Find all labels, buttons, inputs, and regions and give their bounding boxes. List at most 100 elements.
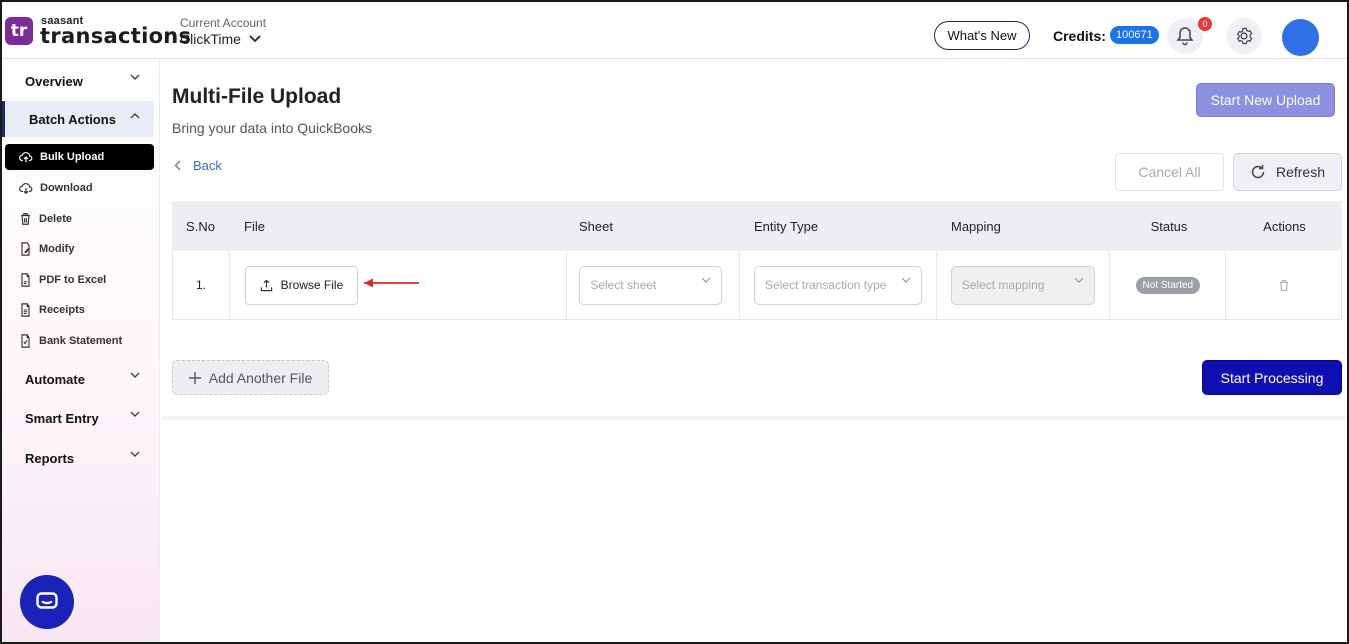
trash-icon bbox=[21, 213, 30, 225]
sidebar: Overview Batch Actions Bulk Upload Downl… bbox=[2, 59, 160, 642]
credits-badge: 100671 bbox=[1110, 26, 1159, 44]
chevron-up-icon bbox=[130, 113, 140, 119]
receipt-icon bbox=[21, 303, 30, 317]
back-link[interactable]: Back bbox=[174, 158, 222, 173]
cancel-all-button[interactable]: Cancel All bbox=[1115, 153, 1224, 191]
account-selector[interactable]: ClickTime bbox=[180, 31, 261, 47]
chevron-down-icon bbox=[249, 35, 261, 43]
upload-icon bbox=[260, 279, 272, 291]
sidebar-section-reports[interactable]: Reports bbox=[2, 440, 154, 476]
mapping-select[interactable]: Select mapping bbox=[950, 265, 1095, 305]
current-account-label: Current Account bbox=[180, 16, 267, 30]
sidebar-item-label: Bulk Upload bbox=[40, 151, 105, 163]
table-row: 1. Browse File Select sheet Select trans… bbox=[172, 251, 1342, 320]
plus-icon bbox=[188, 371, 201, 384]
statement-icon bbox=[21, 334, 30, 348]
sidebar-item-bank-statement[interactable]: Bank Statement bbox=[5, 328, 154, 354]
notification-count-badge: 0 bbox=[1198, 17, 1212, 31]
start-processing-button[interactable]: Start Processing bbox=[1202, 360, 1342, 395]
status-cell: Not Started bbox=[1110, 251, 1227, 319]
upload-table: S.No File Sheet Entity Type Mapping Stat… bbox=[172, 201, 1342, 320]
chevron-left-icon bbox=[174, 160, 181, 171]
account-name: ClickTime bbox=[180, 31, 241, 47]
pdf-icon bbox=[21, 273, 30, 287]
sidebar-section-label: Automate bbox=[25, 371, 85, 387]
refresh-icon bbox=[1251, 165, 1265, 179]
sidebar-section-automate[interactable]: Automate bbox=[2, 361, 154, 397]
section-divider bbox=[162, 416, 1347, 420]
sheet-cell: Select sheet bbox=[567, 251, 741, 319]
app-window: tr saasant transactions Current Account … bbox=[0, 0, 1349, 644]
sidebar-section-label: Reports bbox=[25, 450, 75, 466]
column-header-entity-type: Entity Type bbox=[754, 218, 819, 234]
gear-icon bbox=[1236, 27, 1253, 45]
sidebar-item-label: Bank Statement bbox=[39, 335, 123, 347]
sidebar-item-download[interactable]: Download bbox=[5, 175, 154, 201]
sidebar-item-label: Receipts bbox=[39, 304, 85, 316]
start-new-upload-button[interactable]: Start New Upload bbox=[1196, 83, 1335, 117]
add-another-file-label: Add Another File bbox=[208, 369, 313, 386]
whats-new-button[interactable]: What's New bbox=[934, 21, 1030, 50]
add-another-file-button[interactable]: Add Another File bbox=[172, 360, 329, 395]
sidebar-section-smart-entry[interactable]: Smart Entry bbox=[2, 400, 154, 436]
mapping-placeholder: Select mapping bbox=[961, 278, 1045, 292]
row-number: 1. bbox=[173, 251, 230, 319]
chevron-down-icon bbox=[701, 277, 711, 283]
settings-button[interactable] bbox=[1226, 18, 1262, 54]
back-label: Back bbox=[193, 158, 222, 173]
entity-type-select[interactable]: Select transaction type bbox=[754, 265, 923, 305]
chevron-down-icon bbox=[130, 451, 140, 457]
sidebar-item-label: PDF to Excel bbox=[39, 274, 107, 286]
page-title: Multi-File Upload bbox=[172, 85, 342, 108]
brand-logo-text[interactable]: transactions bbox=[40, 24, 191, 48]
brand-logo-mark[interactable]: tr bbox=[5, 17, 33, 45]
bell-icon bbox=[1176, 27, 1194, 46]
browse-file-label: Browse File bbox=[280, 278, 344, 292]
page-subtitle: Bring your data into QuickBooks bbox=[172, 120, 372, 136]
sidebar-item-label: Download bbox=[40, 182, 93, 194]
sidebar-item-pdf-to-excel[interactable]: PDF to Excel bbox=[5, 267, 154, 293]
refresh-label: Refresh bbox=[1275, 164, 1326, 180]
sidebar-section-label: Batch Actions bbox=[29, 111, 116, 127]
annotation-arrow bbox=[364, 278, 419, 288]
upload-cloud-icon bbox=[19, 152, 33, 163]
chevron-down-icon bbox=[130, 74, 140, 80]
browse-file-button[interactable]: Browse File bbox=[244, 265, 358, 305]
actions-cell bbox=[1226, 251, 1341, 319]
column-header-sheet: Sheet bbox=[579, 218, 613, 234]
entity-type-placeholder: Select transaction type bbox=[765, 278, 887, 292]
chevron-down-icon bbox=[901, 277, 911, 283]
chat-support-button[interactable] bbox=[20, 575, 74, 629]
sheet-select-placeholder: Select sheet bbox=[590, 278, 657, 292]
refresh-button[interactable]: Refresh bbox=[1233, 153, 1342, 191]
sidebar-item-receipts[interactable]: Receipts bbox=[5, 297, 154, 323]
table-header: S.No File Sheet Entity Type Mapping Stat… bbox=[172, 201, 1342, 251]
download-cloud-icon bbox=[19, 183, 33, 195]
column-header-file: File bbox=[244, 218, 265, 234]
user-avatar[interactable] bbox=[1282, 19, 1319, 56]
top-header: tr saasant transactions Current Account … bbox=[2, 2, 1347, 59]
sidebar-item-modify[interactable]: Modify bbox=[5, 236, 154, 262]
sidebar-item-label: Delete bbox=[39, 213, 73, 225]
mapping-cell: Select mapping bbox=[937, 251, 1111, 319]
column-header-mapping: Mapping bbox=[951, 218, 1001, 234]
sidebar-item-label: Modify bbox=[39, 243, 75, 255]
trash-icon[interactable] bbox=[1278, 279, 1290, 292]
credits-label: Credits: bbox=[1053, 28, 1106, 44]
edit-file-icon bbox=[21, 242, 30, 256]
sidebar-item-bulk-upload[interactable]: Bulk Upload bbox=[5, 144, 154, 170]
status-badge: Not Started bbox=[1135, 276, 1201, 294]
sidebar-item-delete[interactable]: Delete bbox=[5, 206, 154, 232]
sidebar-section-batch-actions[interactable]: Batch Actions bbox=[2, 101, 154, 137]
sheet-select[interactable]: Select sheet bbox=[579, 265, 723, 305]
chevron-down-icon bbox=[1074, 277, 1084, 283]
column-header-status: Status bbox=[1150, 218, 1188, 234]
chat-icon bbox=[36, 592, 58, 609]
sidebar-section-overview[interactable]: Overview bbox=[2, 63, 154, 99]
column-header-sno: S.No bbox=[186, 218, 215, 234]
sidebar-section-label: Smart Entry bbox=[25, 410, 99, 426]
entity-type-cell: Select transaction type bbox=[740, 251, 937, 319]
chevron-down-icon bbox=[130, 372, 140, 378]
sidebar-section-label: Overview bbox=[25, 73, 83, 89]
column-header-actions: Actions bbox=[1263, 218, 1306, 234]
